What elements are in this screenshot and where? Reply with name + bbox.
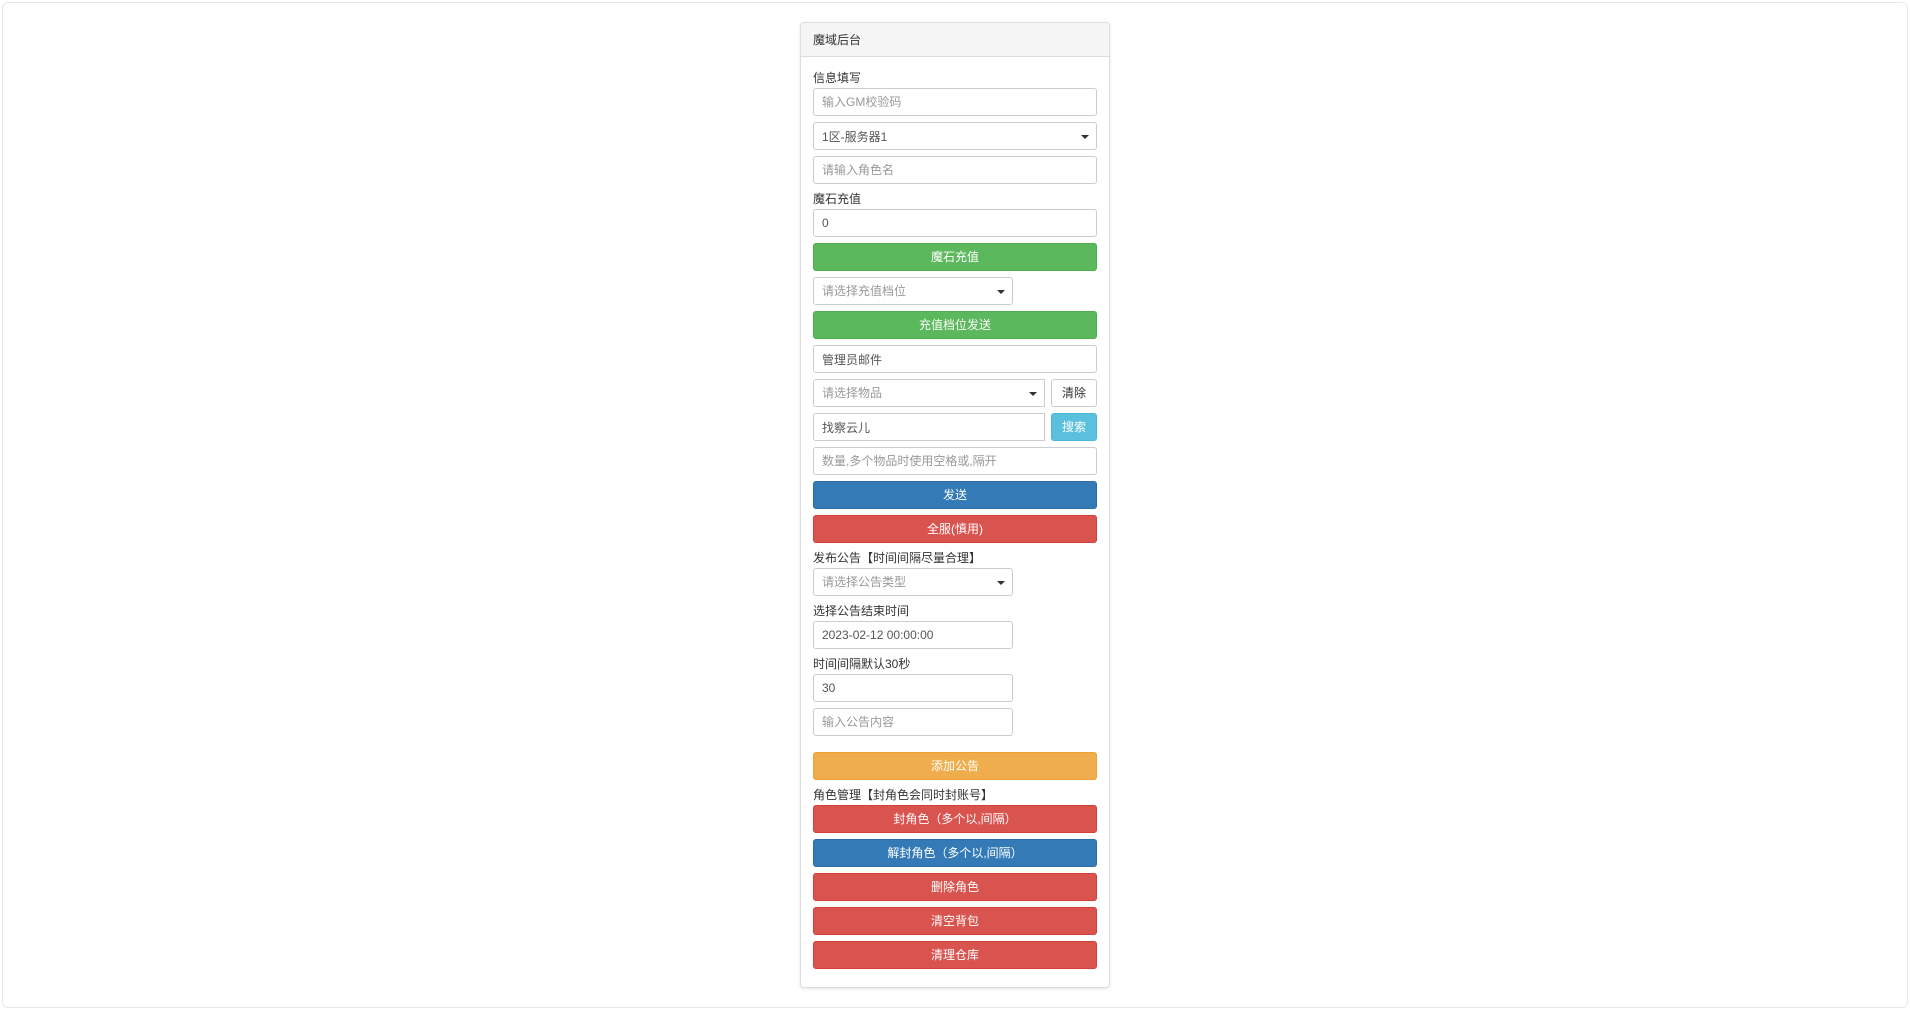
item-select[interactable] [813,379,1045,407]
stone-label: 魔石充值 [813,190,1097,207]
notice-end-label: 选择公告结束时间 [813,602,1097,619]
clear-item-button[interactable]: 清除 [1051,379,1097,407]
add-notice-button[interactable]: 添加公告 [813,752,1097,780]
notice-type-select[interactable] [813,568,1013,596]
notice-interval-label: 时间间隔默认30秒 [813,655,1097,672]
global-send-button[interactable]: 全服(慎用) [813,515,1097,543]
unban-role-button[interactable]: 解封角色（多个以,间隔） [813,839,1097,867]
server-select[interactable] [813,122,1097,150]
notice-interval-input[interactable] [813,674,1013,702]
stone-recharge-button[interactable]: 魔石充值 [813,243,1097,271]
mail-title-input[interactable] [813,345,1097,373]
info-label: 信息填写 [813,69,1097,86]
quantity-input[interactable] [813,447,1097,475]
admin-panel: 魔域后台 信息填写 魔石充值 魔石充值 [800,22,1110,988]
recharge-slot-select[interactable] [813,277,1013,305]
ban-role-button[interactable]: 封角色（多个以,间隔） [813,805,1097,833]
notice-end-input[interactable] [813,621,1013,649]
panel-title: 魔域后台 [801,23,1109,57]
role-name-input[interactable] [813,156,1097,184]
notice-content-input[interactable] [813,708,1013,736]
role-manage-label: 角色管理【封角色会同时封账号】 [813,786,1097,803]
stone-amount-input[interactable] [813,209,1097,237]
gm-code-input[interactable] [813,88,1097,116]
delete-role-button[interactable]: 删除角色 [813,873,1097,901]
send-button[interactable]: 发送 [813,481,1097,509]
search-button[interactable]: 搜索 [1051,413,1097,441]
search-input[interactable] [813,413,1045,441]
clear-bag-button[interactable]: 清空背包 [813,907,1097,935]
clear-storage-button[interactable]: 清理仓库 [813,941,1097,969]
recharge-slot-send-button[interactable]: 充值档位发送 [813,311,1097,339]
notice-label: 发布公告【时间间隔尽量合理】 [813,549,1097,566]
